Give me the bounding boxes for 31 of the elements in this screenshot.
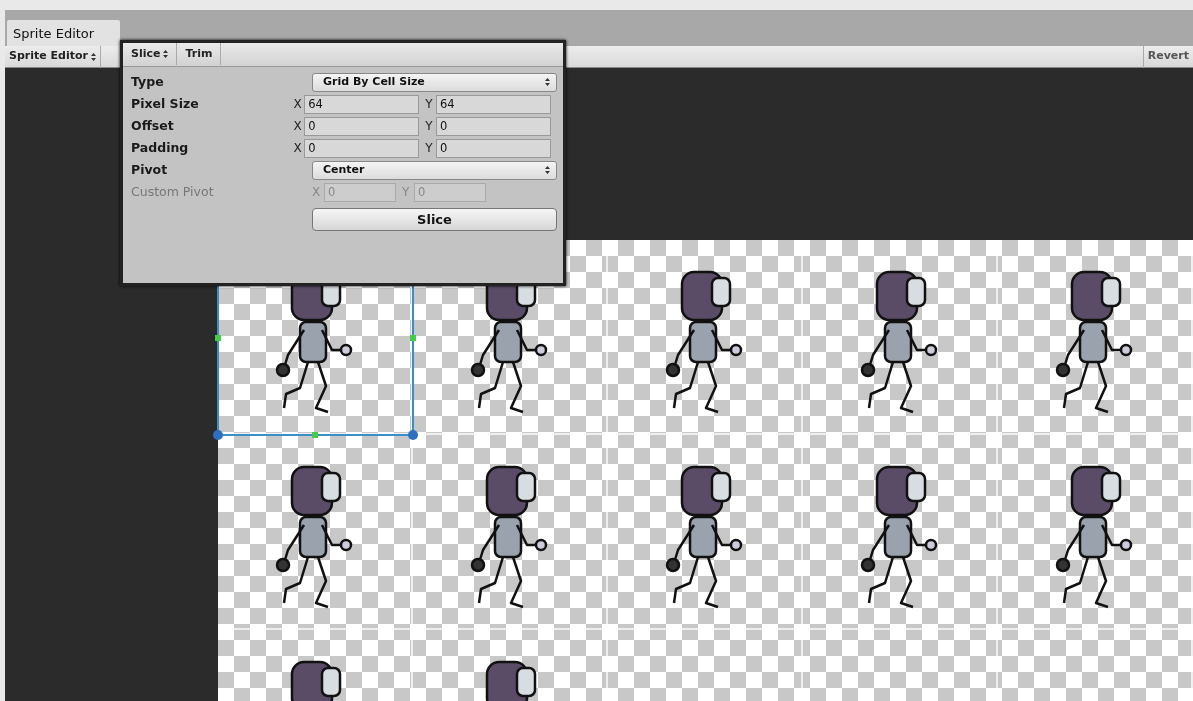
field-label: Type — [131, 72, 165, 91]
number-field[interactable]: 0 — [304, 116, 420, 136]
field-label: Custom Pivot — [131, 182, 215, 201]
window-tab[interactable]: Sprite Editor — [7, 20, 120, 46]
slice-button[interactable]: Slice — [312, 208, 557, 231]
number-field[interactable]: 0 — [436, 116, 551, 136]
number-field[interactable]: 64 — [304, 94, 420, 114]
updown-arrow-icon — [90, 52, 96, 61]
axis-label: X — [312, 184, 322, 201]
number-field[interactable]: 64 — [436, 94, 551, 114]
mode-dropdown[interactable]: Sprite Editor — [5, 45, 101, 68]
axis-label: X — [293, 140, 303, 157]
toolbar-button[interactable]: Trim — [177, 43, 222, 65]
axis-label: X — [293, 118, 303, 135]
axis-label: Y — [425, 140, 434, 157]
field-label: Offset — [131, 116, 175, 135]
number-field[interactable]: 0 — [304, 138, 420, 158]
field-label: Pixel Size — [131, 94, 200, 113]
axis-label: Y — [402, 184, 411, 201]
field-label: Padding — [131, 138, 190, 157]
number-field[interactable]: 0 — [436, 138, 551, 158]
slice-mode-dropdown[interactable]: Slice — [123, 43, 178, 65]
updown-arrow-icon — [545, 166, 550, 174]
axis-label: Y — [425, 96, 434, 113]
field-label: Pivot — [131, 160, 169, 179]
revert-button[interactable]: Revert — [1142, 45, 1193, 68]
dropdown-field[interactable]: Grid By Cell Size — [312, 72, 557, 92]
updown-arrow-icon — [545, 78, 550, 86]
dropdown-field[interactable]: Center — [312, 160, 557, 180]
axis-label: X — [293, 96, 303, 113]
axis-label: Y — [425, 118, 434, 135]
